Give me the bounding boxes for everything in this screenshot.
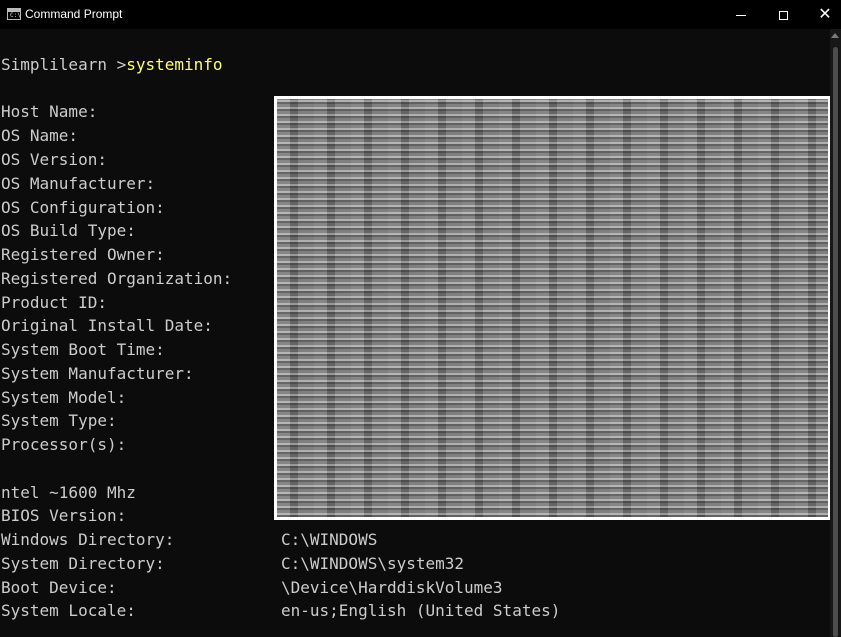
maximize-icon (778, 10, 788, 20)
output-value: \Device\HarddiskVolume3 (281, 578, 503, 597)
output-line: System Model: (1, 388, 127, 407)
output-line: OS Manufacturer: (1, 174, 156, 193)
minimize-button[interactable] (718, 0, 764, 29)
redaction-overlay (274, 96, 831, 520)
vertical-scrollbar[interactable] (830, 29, 841, 637)
output-line: System Boot Time: (1, 340, 165, 359)
prompt-text: Simplilearn > (1, 55, 127, 74)
output-line: BIOS Version: (1, 506, 127, 525)
output-value: C:\WINDOWS\system32 (281, 554, 465, 573)
output-line: System Locale: (1, 601, 136, 620)
output-line: OS Name: (1, 126, 79, 145)
output-line: Windows Directory: (1, 530, 175, 549)
minimize-icon (736, 14, 746, 16)
output-line: ntel ~1600 Mhz (1, 483, 136, 502)
output-value: C:\WINDOWS (281, 530, 378, 549)
window-title: Command Prompt (25, 7, 123, 21)
command-text: systeminfo (126, 55, 223, 74)
scroll-up-icon[interactable] (831, 33, 839, 38)
output-value: en-us;English (United States) (281, 601, 561, 620)
cmd-icon[interactable]: C:\ (7, 8, 21, 20)
output-line: System Type: (1, 411, 117, 430)
command-prompt-line: Simplilearn >systeminfo (1, 53, 223, 77)
output-line: System Manufacturer: (1, 364, 194, 383)
output-line: Product ID: (1, 293, 107, 312)
title-bar: C:\ Command Prompt ✕ (0, 0, 841, 29)
output-line: Processor(s): (1, 435, 127, 454)
output-line: Boot Device: (1, 578, 117, 597)
redaction-noise (277, 99, 828, 517)
output-line: System Directory: (1, 554, 165, 573)
output-line: Registered Organization: (1, 269, 233, 288)
output-line: OS Configuration: (1, 198, 165, 217)
output-line: Host Name: (1, 102, 98, 121)
output-line: OS Build Type: (1, 221, 136, 240)
scroll-thumb[interactable] (833, 47, 838, 637)
output-line: OS Version: (1, 150, 107, 169)
close-icon: ✕ (818, 6, 832, 23)
maximize-button[interactable] (760, 0, 806, 29)
output-line: Original Install Date: (1, 316, 213, 335)
close-button[interactable]: ✕ (802, 0, 841, 29)
output-line: Registered Owner: (1, 245, 165, 264)
